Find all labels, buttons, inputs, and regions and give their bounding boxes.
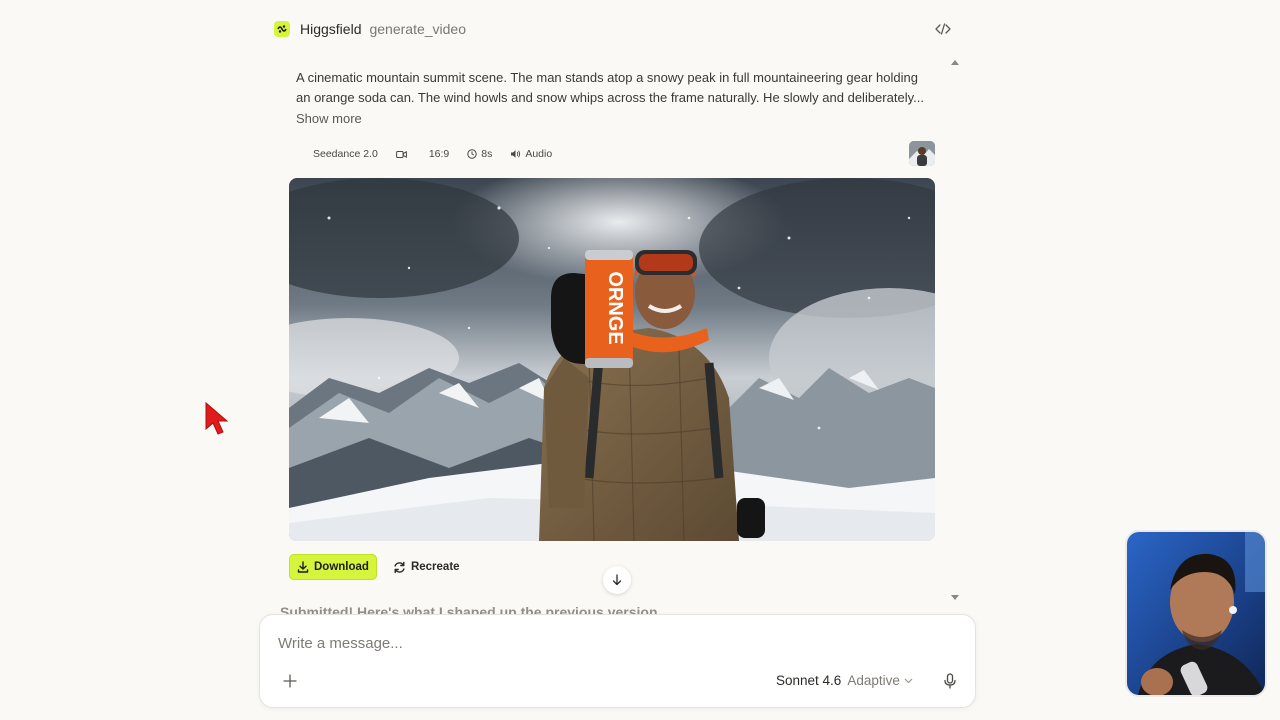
scroll-down-icon[interactable] <box>950 589 960 600</box>
video-prompt-text: A cinematic mountain summit scene. The m… <box>296 70 924 105</box>
show-more-link[interactable]: Show more <box>296 111 362 126</box>
microphone-icon <box>944 673 956 689</box>
download-label: Download <box>314 561 369 573</box>
model-mode: Adaptive <box>847 673 900 688</box>
audio-label: Audio <box>525 148 553 160</box>
code-icon[interactable] <box>932 19 954 39</box>
clock-icon <box>467 149 477 159</box>
recreate-button[interactable]: Recreate <box>385 554 468 580</box>
speaker-icon <box>511 150 521 158</box>
arrow-down-icon <box>612 574 622 586</box>
higgsfield-logo-icon <box>274 21 290 37</box>
plus-icon <box>283 674 297 688</box>
video-icon <box>395 150 411 159</box>
refresh-icon <box>394 561 405 573</box>
reference-image-thumbnail[interactable] <box>909 141 935 166</box>
message-composer: Sonnet 4.6 Adaptive <box>259 614 976 708</box>
scroll-up-icon[interactable] <box>950 53 960 65</box>
model-selector[interactable]: Sonnet 4.6 Adaptive <box>776 673 913 688</box>
duration-tag: 8s <box>467 148 492 160</box>
generated-video-preview[interactable]: ORNGE <box>289 178 935 541</box>
video-actions: Download Recreate <box>289 554 468 580</box>
tool-function-name: generate_video <box>369 21 467 37</box>
recreate-label: Recreate <box>410 561 460 573</box>
audio-tag: Audio <box>510 148 552 160</box>
download-icon <box>297 561 309 573</box>
duration-label: 8s <box>481 148 493 160</box>
microphone-button[interactable] <box>940 671 960 691</box>
aspect-label: 16:9 <box>428 148 450 160</box>
scroll-to-bottom-button[interactable] <box>603 566 631 594</box>
model-name: Sonnet 4.6 <box>776 673 842 688</box>
tool-call-header: Higgsfield generate_video <box>274 17 956 41</box>
video-meta-row: Seedance 2.0 16:9 8s Audio <box>313 145 570 163</box>
can-brand-text: ORNGE <box>604 271 626 344</box>
message-input[interactable] <box>278 635 938 652</box>
model-tag: Seedance 2.0 <box>313 148 378 160</box>
aspect-tag: 16:9 <box>429 148 449 160</box>
presenter-webcam-overlay <box>1125 530 1267 697</box>
model-label: Seedance 2.0 <box>313 148 378 160</box>
tool-name: Higgsfield <box>300 21 362 37</box>
mouse-pointer-icon <box>204 401 230 437</box>
chevron-down-icon <box>904 678 913 683</box>
add-attachment-button[interactable] <box>280 671 300 691</box>
download-button[interactable]: Download <box>289 554 377 580</box>
